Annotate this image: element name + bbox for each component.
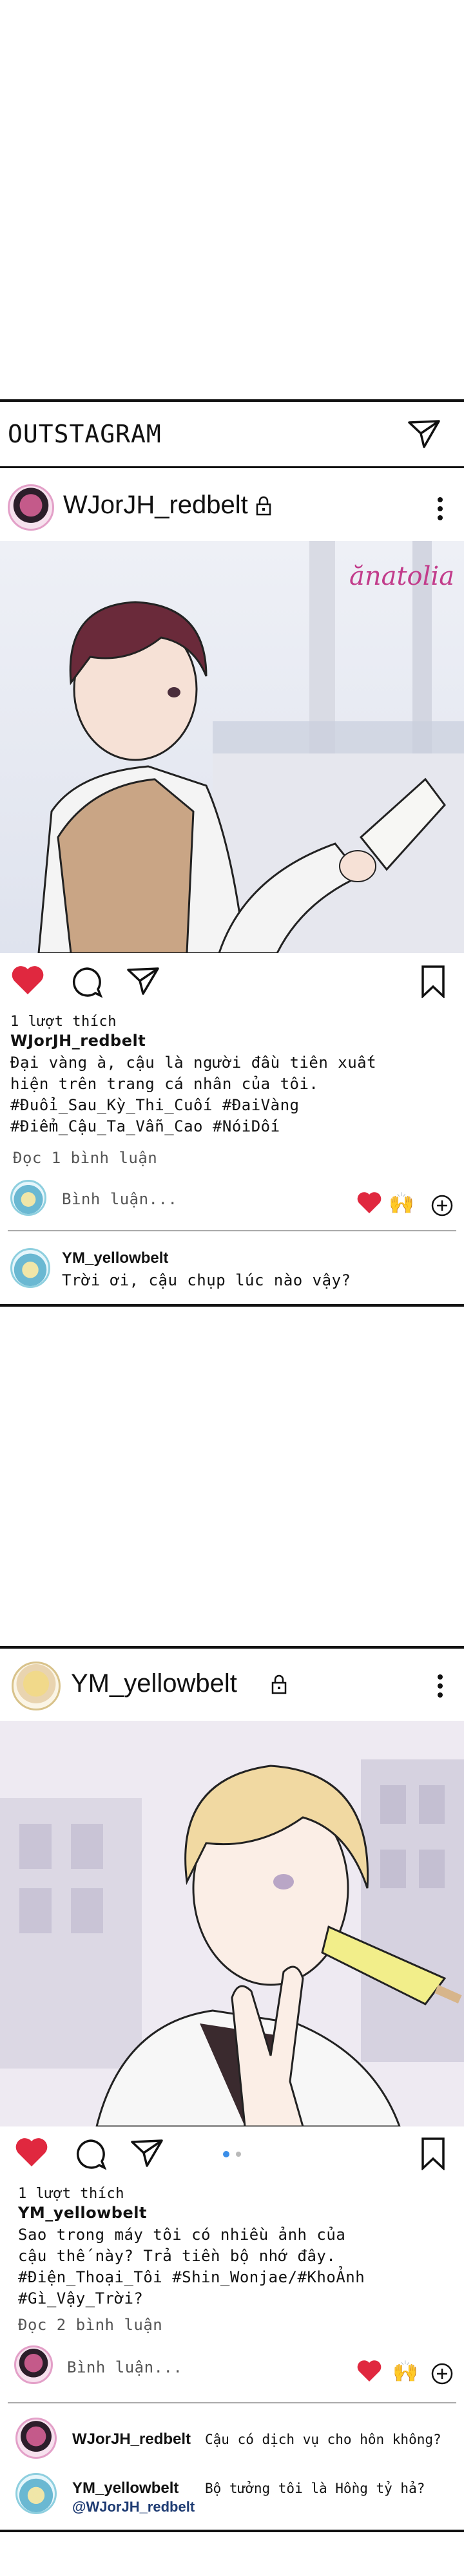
bookmark-icon[interactable] — [420, 2137, 446, 2170]
caption-username[interactable]: YM_yellowbelt — [18, 2202, 147, 2224]
post-top-border — [0, 1646, 464, 1649]
comment-icon[interactable] — [75, 2138, 107, 2170]
view-comments-link[interactable]: Đọc 2 bình luận — [18, 2315, 162, 2336]
commenter-avatar — [14, 2345, 53, 2384]
comment-avatar[interactable] — [10, 1248, 50, 1288]
comment-divider — [8, 1230, 456, 1231]
commenter-avatar — [10, 1180, 46, 1216]
post-username[interactable]: WJorJH_redbelt — [63, 491, 248, 520]
comment-divider — [8, 2402, 456, 2403]
like-heart-icon[interactable] — [10, 965, 45, 996]
comment-avatar[interactable] — [15, 2473, 57, 2514]
post-photo — [0, 541, 464, 953]
lock-icon — [271, 1674, 287, 1695]
caption-line: cậu thế này? Trả tiền bộ nhớ đây. — [18, 2247, 336, 2265]
comment-text: Cậu có dịch vụ cho hôn không? — [205, 2432, 441, 2447]
app-title: OUTSTAGRAM — [8, 420, 162, 448]
bookmark-icon[interactable] — [420, 965, 446, 998]
caption-line: Sao trong máy tôi có nhiều ảnh của — [18, 2226, 346, 2244]
comment-username[interactable]: WJorJH_redbelt — [72, 2430, 191, 2448]
raising-hands-icon[interactable]: 🙌 — [392, 2359, 418, 2383]
send-icon[interactable] — [407, 419, 441, 450]
watermark-logo: ănatolia — [349, 562, 455, 591]
like-heart-icon[interactable] — [14, 2137, 49, 2168]
likes-count: 1 lượt thích — [18, 2186, 124, 2202]
likes-count: 1 lượt thích — [10, 1014, 117, 1030]
more-options-icon[interactable] — [437, 496, 443, 522]
caption-line: hiện trên trang cá nhân của tôi. — [10, 1075, 319, 1093]
comment-username[interactable]: YM_yellowbelt — [62, 1249, 168, 1267]
comment-mention[interactable]: @WJorJH_redbelt — [72, 2499, 195, 2515]
reaction-heart-icon[interactable] — [356, 2360, 382, 2383]
post-bottom-border — [0, 1304, 464, 1307]
add-reaction-icon[interactable] — [430, 2362, 454, 2385]
view-comments-link[interactable]: Đọc 1 bình luận — [13, 1148, 157, 1169]
caption-hashtags[interactable]: #Đuổi_Sau_Kỳ_Thi_Cuối #ĐaiVàng — [10, 1095, 299, 1116]
header-divider — [0, 466, 464, 468]
top-border — [0, 399, 464, 402]
comment-text: Bộ tưởng tôi là Hồng tỷ hả? — [205, 2481, 425, 2496]
comment-avatar[interactable] — [15, 2418, 57, 2459]
add-reaction-icon[interactable] — [430, 1194, 454, 1217]
raising-hands-icon[interactable]: 🙌 — [389, 1191, 414, 1215]
comment-username[interactable]: YM_yellowbelt — [72, 2479, 179, 2497]
post-username[interactable]: YM_yellowbelt — [71, 1669, 237, 1698]
avatar[interactable] — [8, 484, 54, 531]
more-options-icon[interactable] — [437, 1673, 443, 1699]
caption-hashtags[interactable]: #Điện_Thoại_Tôi #Shin_Wonjae/#KhoẢnh — [18, 2267, 365, 2288]
carousel-dot[interactable] — [236, 2152, 241, 2157]
caption-hashtags[interactable]: #Điểm_Cậu_Ta_Vẫn_Cao #NóiDối — [10, 1116, 280, 1137]
share-icon[interactable] — [126, 966, 160, 996]
comment-input[interactable]: Bình luận... — [67, 2357, 182, 2378]
share-icon[interactable] — [130, 2138, 164, 2168]
carousel-dot-active[interactable] — [223, 2151, 229, 2157]
comment-text: Trời ơi, cậu chụp lúc nào vậy? — [62, 1271, 351, 1289]
comment-input[interactable]: Bình luận... — [62, 1189, 177, 1210]
caption-line: Đại vàng à, cậu là người đầu tiên xuất — [10, 1054, 377, 1072]
avatar[interactable] — [12, 1662, 61, 1710]
comment-icon[interactable] — [71, 966, 103, 998]
caption-username[interactable]: WJorJH_redbelt — [10, 1030, 146, 1052]
post-photo — [0, 1721, 464, 2126]
caption-hashtags[interactable]: #Gì_Vậy_Trời? — [18, 2288, 143, 2309]
post-bottom-border — [0, 2530, 464, 2532]
reaction-heart-icon[interactable] — [356, 1191, 382, 1215]
lock-icon — [255, 496, 272, 516]
